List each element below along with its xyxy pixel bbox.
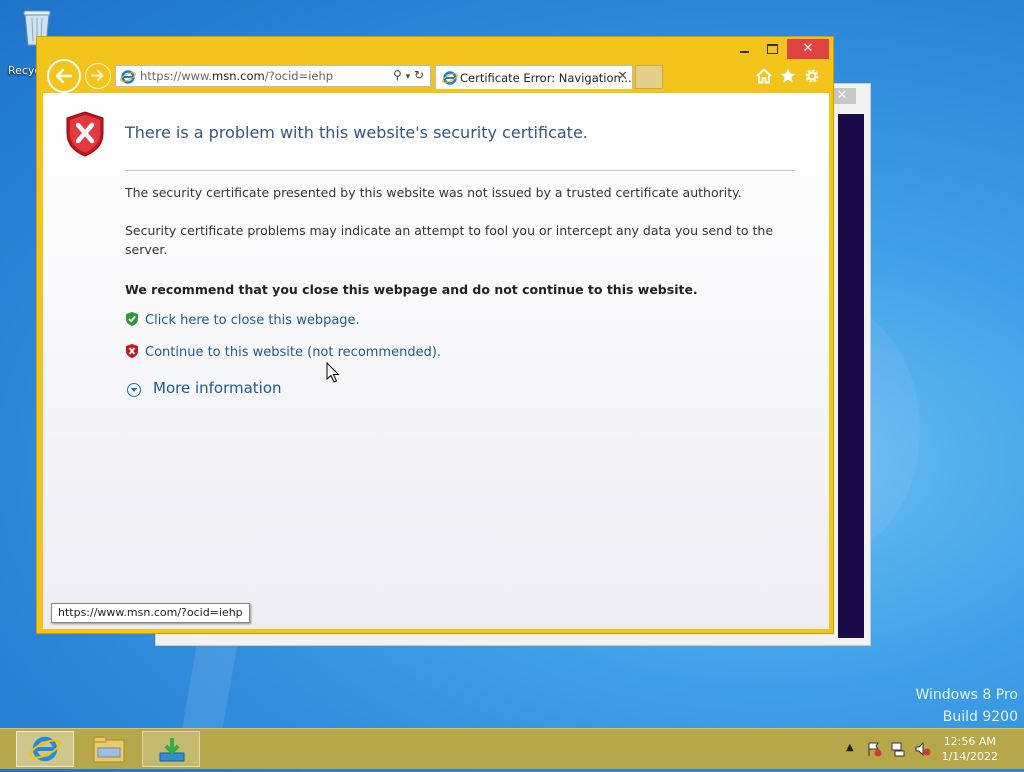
volume-muted-icon[interactable] bbox=[914, 741, 932, 757]
home-icon[interactable] bbox=[755, 67, 773, 85]
settings-gear-icon[interactable] bbox=[803, 67, 821, 85]
close-button[interactable]: ✕ bbox=[787, 39, 829, 59]
forward-button[interactable] bbox=[85, 63, 111, 89]
minimize-button[interactable] bbox=[733, 39, 755, 59]
taskbar-file-explorer[interactable] bbox=[80, 731, 138, 767]
red-shield-x-small-icon bbox=[126, 344, 138, 358]
address-url: https://www.msn.com/?ocid=iehp bbox=[140, 69, 334, 83]
new-tab-button[interactable] bbox=[635, 65, 663, 89]
maximize-button[interactable] bbox=[759, 39, 785, 59]
paragraph-untrusted: The security certificate presented by th… bbox=[125, 185, 742, 200]
refresh-icon[interactable]: ↻ bbox=[414, 68, 424, 82]
network-icon[interactable] bbox=[890, 741, 906, 757]
minimize-icon bbox=[739, 51, 749, 53]
status-bar-url: https://www.msn.com/?ocid=iehp bbox=[51, 603, 250, 623]
tab-close-icon[interactable]: ✕ bbox=[617, 69, 628, 84]
browser-window[interactable]: ✕ https://www.msn.com/?ocid=iehp ⚲ ▾ ↻ C… bbox=[36, 36, 834, 634]
clock-date: 1/14/2022 bbox=[941, 750, 998, 763]
address-tools: ⚲ ▾ ↻ bbox=[393, 68, 424, 82]
paragraph-warning: Security certificate problems may indica… bbox=[125, 223, 774, 257]
back-arrow-icon bbox=[55, 68, 73, 84]
background-window-content bbox=[838, 114, 864, 638]
mouse-cursor-icon bbox=[326, 362, 340, 383]
clock-time: 12:56 AM bbox=[943, 735, 996, 748]
system-clock[interactable]: 12:56 AM 1/14/2022 bbox=[942, 734, 998, 764]
taskbar-installer-app[interactable] bbox=[142, 731, 200, 767]
taskbar: ▲ 12:56 AM 1/14/2022 bbox=[0, 728, 1024, 769]
tab-title: Certificate Error: Navigation... bbox=[460, 71, 632, 85]
chevron-down-circle-icon bbox=[127, 383, 141, 397]
divider bbox=[125, 170, 795, 171]
page-content: There is a problem with this website's s… bbox=[43, 93, 829, 629]
back-button[interactable] bbox=[47, 59, 81, 93]
watermark-build: Build 9200 bbox=[942, 709, 1018, 725]
forward-arrow-icon bbox=[91, 70, 104, 81]
show-hidden-icons-chevron-icon[interactable]: ▲ bbox=[846, 742, 854, 753]
download-arrow-icon bbox=[159, 738, 185, 762]
taskbar-internet-explorer[interactable] bbox=[16, 731, 74, 767]
windows-watermark: Windows 8 Pro Build 9200 bbox=[915, 684, 1018, 728]
ie-logo-icon bbox=[120, 70, 136, 84]
page-title: There is a problem with this website's s… bbox=[125, 123, 588, 142]
close-icon: ✕ bbox=[802, 41, 814, 56]
search-icon[interactable]: ⚲ bbox=[393, 68, 402, 82]
favorites-star-icon[interactable] bbox=[779, 67, 797, 85]
paragraph-recommendation: We recommend that you close this webpage… bbox=[125, 282, 698, 297]
address-bar[interactable]: https://www.msn.com/?ocid=iehp ⚲ ▾ ↻ bbox=[115, 65, 431, 87]
watermark-edition: Windows 8 Pro bbox=[915, 687, 1018, 703]
dropdown-icon[interactable]: ▾ bbox=[406, 72, 411, 82]
folder-icon bbox=[93, 736, 125, 763]
green-shield-check-icon bbox=[126, 312, 138, 326]
action-center-flag-icon[interactable] bbox=[866, 741, 882, 757]
ie-logo-icon bbox=[442, 71, 458, 85]
red-shield-x-icon bbox=[66, 111, 104, 157]
tab-certificate-error[interactable]: Certificate Error: Navigation... ✕ bbox=[435, 65, 633, 89]
maximize-icon bbox=[766, 44, 778, 54]
ie-logo-icon bbox=[29, 736, 61, 762]
